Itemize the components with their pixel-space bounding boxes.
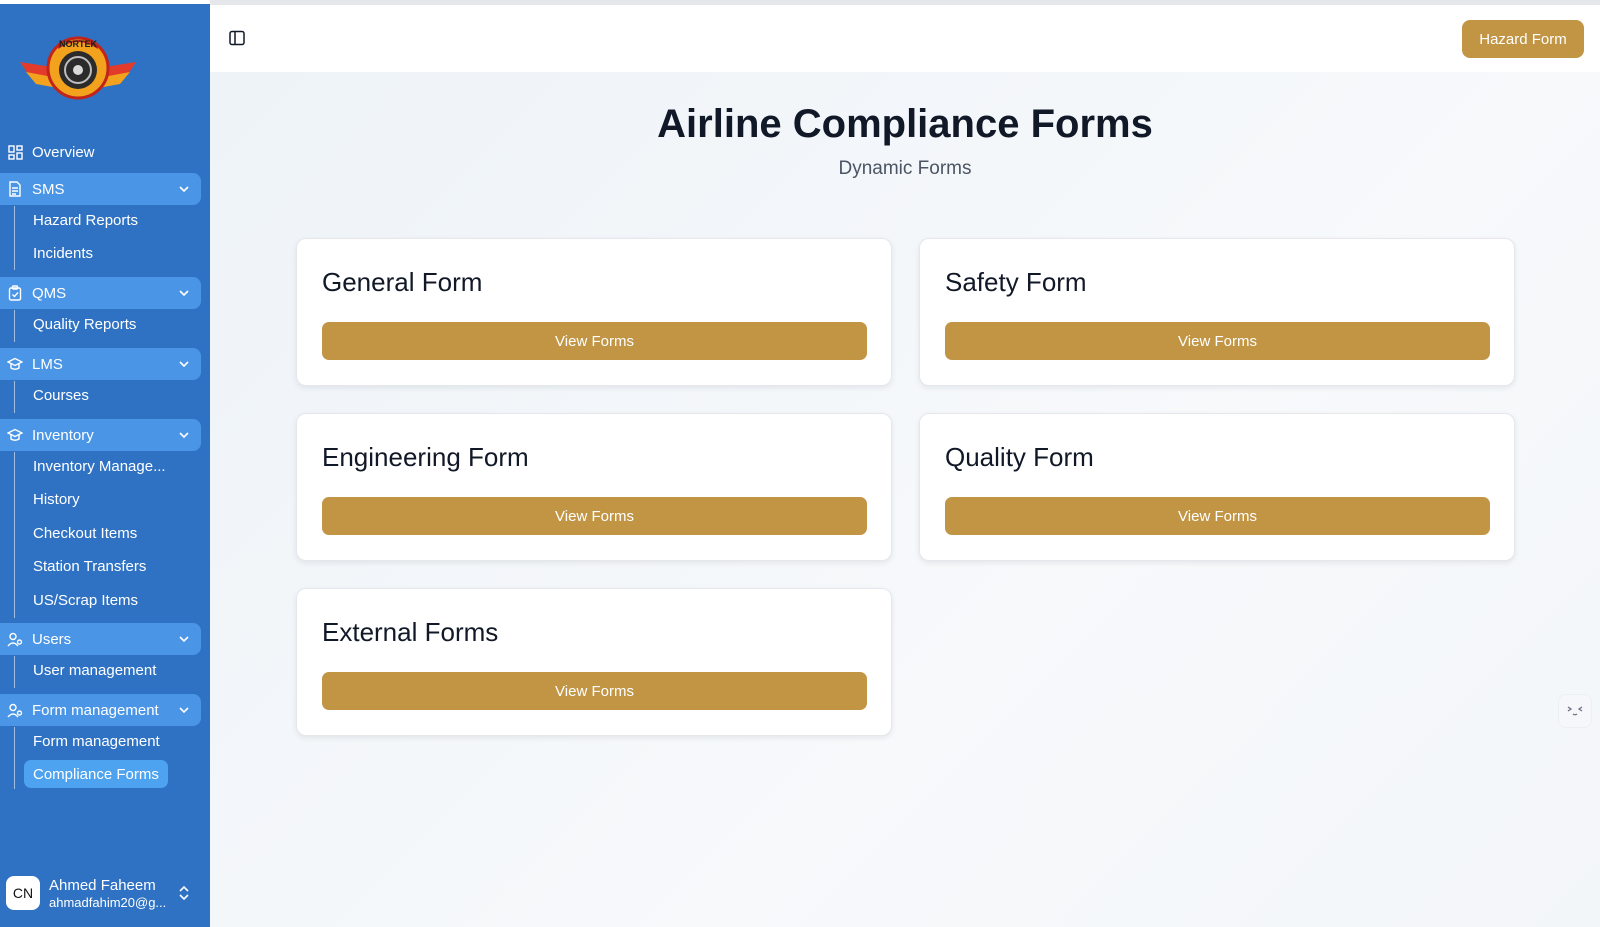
logo-text: NORTEK xyxy=(59,39,98,49)
page-title: Airline Compliance Forms xyxy=(657,102,1153,146)
view-forms-button[interactable]: View Forms xyxy=(322,322,867,360)
hazard-form-button[interactable]: Hazard Form xyxy=(1462,20,1584,58)
assistant-face-icon xyxy=(1567,706,1583,716)
chevron-down-icon xyxy=(179,290,189,297)
submenu-line xyxy=(14,727,15,789)
card-title: Quality Form xyxy=(945,442,1094,472)
sidebar-group-inventory[interactable]: Inventory xyxy=(0,419,201,451)
submenu-line xyxy=(14,452,15,618)
sidebar-toggle-icon[interactable] xyxy=(228,29,246,47)
sidebar-item-label: SMS xyxy=(32,180,65,198)
form-card-general: General Form View Forms xyxy=(296,238,892,386)
chevron-down-icon xyxy=(179,707,189,714)
user-icon xyxy=(7,631,23,647)
chevron-down-icon xyxy=(179,636,189,643)
sidebar-item-compliance-forms[interactable]: Compliance Forms xyxy=(24,760,168,788)
sidebar-item-quality-reports[interactable]: Quality Reports xyxy=(24,310,145,338)
sidebar-item-hazard-reports[interactable]: Hazard Reports xyxy=(24,206,147,234)
user-name: Ahmed Faheem xyxy=(49,877,156,894)
submenu-line xyxy=(14,656,15,688)
view-forms-button[interactable]: View Forms xyxy=(322,497,867,535)
grid-icon xyxy=(7,144,23,160)
sidebar-item-overview[interactable]: Overview xyxy=(0,136,201,168)
sidebar-group-qms[interactable]: QMS xyxy=(0,277,201,309)
clipboard-icon xyxy=(7,285,23,301)
chevron-down-icon xyxy=(179,361,189,368)
sidebar-item-user-management[interactable]: User management xyxy=(24,656,165,684)
view-forms-button[interactable]: View Forms xyxy=(322,672,867,710)
avatar: CN xyxy=(6,876,40,910)
sidebar-item-incidents[interactable]: Incidents xyxy=(24,239,102,267)
form-card-engineering: Engineering Form View Forms xyxy=(296,413,892,561)
sidebar-item-inventory-management[interactable]: Inventory Manage... xyxy=(24,452,175,480)
page-subtitle: Dynamic Forms xyxy=(838,158,972,179)
document-icon xyxy=(7,181,23,197)
card-title: External Forms xyxy=(322,617,499,647)
assistant-widget[interactable] xyxy=(1558,694,1592,728)
form-card-safety: Safety Form View Forms xyxy=(919,238,1515,386)
sidebar-item-history[interactable]: History xyxy=(24,485,89,513)
main-content: Airline Compliance Forms Dynamic Forms G… xyxy=(210,72,1600,927)
sidebar: NORTEK Overview SMS Hazard Reports Incid… xyxy=(0,4,210,927)
sidebar-group-users[interactable]: Users xyxy=(0,623,201,655)
sidebar-group-lms[interactable]: LMS xyxy=(0,348,201,380)
sidebar-item-station-transfers[interactable]: Station Transfers xyxy=(24,552,155,580)
sidebar-item-courses[interactable]: Courses xyxy=(24,381,98,409)
graduation-cap-icon xyxy=(7,356,23,372)
form-card-quality: Quality Form View Forms xyxy=(919,413,1515,561)
sidebar-item-us-scrap-items[interactable]: US/Scrap Items xyxy=(24,586,147,614)
view-forms-button[interactable]: View Forms xyxy=(945,322,1490,360)
sidebar-group-form-management[interactable]: Form management xyxy=(0,694,201,726)
nortek-logo[interactable]: NORTEK xyxy=(18,28,138,104)
user-profile[interactable]: CN Ahmed Faheem ahmadfahim20@g... xyxy=(6,876,202,916)
sidebar-item-label: LMS xyxy=(32,355,63,373)
user-icon xyxy=(7,702,23,718)
sidebar-item-label: Overview xyxy=(32,143,95,161)
user-email: ahmadfahim20@g... xyxy=(49,895,167,910)
submenu-line xyxy=(14,206,15,270)
top-bar: Hazard Form xyxy=(210,5,1600,72)
sidebar-item-label: Users xyxy=(32,630,72,648)
card-title: Engineering Form xyxy=(322,442,529,472)
card-title: General Form xyxy=(322,267,483,297)
sidebar-item-label: Form management xyxy=(32,701,159,719)
sidebar-item-checkout-items[interactable]: Checkout Items xyxy=(24,519,146,547)
graduation-cap-icon xyxy=(7,427,23,443)
chevron-up-down-icon xyxy=(179,885,189,901)
submenu-line xyxy=(14,381,15,413)
chevron-down-icon xyxy=(179,186,189,193)
sidebar-item-label: Inventory xyxy=(32,426,94,444)
chevron-down-icon xyxy=(179,432,189,439)
sidebar-item-label: QMS xyxy=(32,284,67,302)
card-title: Safety Form xyxy=(945,267,1087,297)
view-forms-button[interactable]: View Forms xyxy=(945,497,1490,535)
sidebar-item-form-management[interactable]: Form management xyxy=(24,727,169,755)
sidebar-group-sms[interactable]: SMS xyxy=(0,173,201,205)
submenu-line xyxy=(14,310,15,342)
form-card-external: External Forms View Forms xyxy=(296,588,892,736)
